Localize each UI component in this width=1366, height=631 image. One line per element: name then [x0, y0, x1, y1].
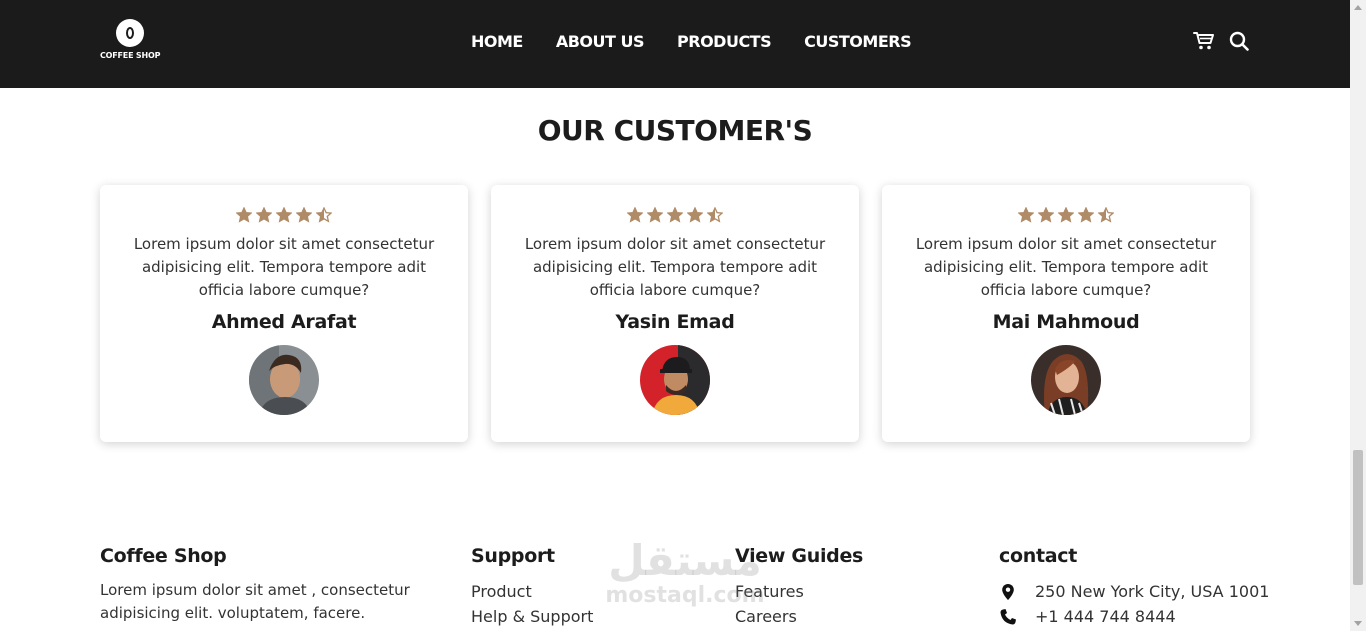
location-pin-icon	[1002, 583, 1014, 600]
star-icon	[236, 207, 252, 223]
star-icon	[687, 207, 703, 223]
section-title: OUR CUSTOMER'S	[537, 114, 813, 147]
coffee-bean-icon	[116, 19, 144, 47]
avatar	[249, 345, 319, 415]
avatar	[640, 345, 710, 415]
footer-guides-title: View Guides	[735, 545, 864, 567]
customer-name: Ahmed Arafat	[211, 311, 357, 333]
footer-contact-title: contact	[999, 545, 1077, 567]
avatar	[1031, 345, 1101, 415]
nav-products[interactable]: PRODUCTS	[677, 32, 772, 51]
contact-phone: +1 444 744 8444	[999, 604, 1299, 629]
site-header: COFFEE SHOP HOME ABOUT US PRODUCTS CUSTO…	[0, 0, 1350, 88]
customer-name: Yasin Emad	[615, 311, 735, 333]
star-icon	[296, 207, 312, 223]
star-icon	[1038, 207, 1054, 223]
logo[interactable]: COFFEE SHOP	[100, 19, 160, 63]
half-star-icon	[1098, 207, 1114, 223]
footer-link-careers[interactable]: Careers	[735, 604, 935, 629]
scrollbar-thumb[interactable]	[1353, 450, 1363, 585]
footer-about: Coffee Shop Lorem ipsum dolor sit amet ,…	[100, 545, 420, 625]
contact-phone-text: +1 444 744 8444	[1035, 607, 1176, 626]
footer-contact: contact 250 New York City, USA 1001 +1 4…	[999, 545, 1299, 629]
star-icon	[1078, 207, 1094, 223]
header-icons	[1193, 31, 1249, 51]
footer-link-help-support[interactable]: Help & Support	[471, 604, 671, 629]
rating-stars	[882, 207, 1250, 223]
star-icon	[1018, 207, 1034, 223]
half-star-icon	[316, 207, 332, 223]
testimonial-text: Lorem ipsum dolor sit amet consectetur a…	[915, 235, 1217, 299]
nav-about-us[interactable]: ABOUT US	[556, 32, 645, 51]
contact-address: 250 New York City, USA 1001	[999, 579, 1299, 604]
phone-icon	[1000, 608, 1016, 624]
footer-link-features[interactable]: Features	[735, 579, 935, 604]
logo-text: COFFEE SHOP	[100, 51, 161, 60]
footer-guides: View Guides Features Careers	[735, 545, 935, 629]
footer-support: Support Product Help & Support	[471, 545, 671, 629]
nav-customers[interactable]: CUSTOMERS	[804, 32, 911, 51]
scrollbar[interactable]	[1350, 0, 1366, 631]
nav-home[interactable]: HOME	[471, 32, 523, 51]
scroll-down-arrow-icon[interactable]	[1354, 621, 1362, 626]
cart-icon[interactable]	[1193, 31, 1215, 51]
footer-about-title: Coffee Shop	[100, 545, 227, 567]
star-icon	[256, 207, 272, 223]
footer-link-product[interactable]: Product	[471, 579, 671, 604]
main-nav: HOME ABOUT US PRODUCTS CUSTOMERS	[471, 32, 944, 51]
rating-stars	[491, 207, 859, 223]
customer-card: Lorem ipsum dolor sit amet consectetur a…	[882, 185, 1250, 442]
testimonial-text: Lorem ipsum dolor sit amet consectetur a…	[524, 235, 826, 299]
testimonial-text: Lorem ipsum dolor sit amet consectetur a…	[133, 235, 435, 299]
customer-card: Lorem ipsum dolor sit amet consectetur a…	[491, 185, 859, 442]
star-icon	[627, 207, 643, 223]
star-icon	[667, 207, 683, 223]
star-icon	[1058, 207, 1074, 223]
half-star-icon	[707, 207, 723, 223]
search-icon[interactable]	[1229, 31, 1249, 51]
contact-address-text: 250 New York City, USA 1001	[1035, 582, 1270, 601]
customer-card: Lorem ipsum dolor sit amet consectetur a…	[100, 185, 468, 442]
star-icon	[647, 207, 663, 223]
scroll-up-arrow-icon[interactable]	[1354, 5, 1362, 10]
footer-about-text: Lorem ipsum dolor sit amet , consectetur…	[100, 581, 410, 622]
customer-name: Mai Mahmoud	[992, 311, 1140, 333]
footer-support-title: Support	[471, 545, 555, 567]
star-icon	[276, 207, 292, 223]
rating-stars	[100, 207, 468, 223]
